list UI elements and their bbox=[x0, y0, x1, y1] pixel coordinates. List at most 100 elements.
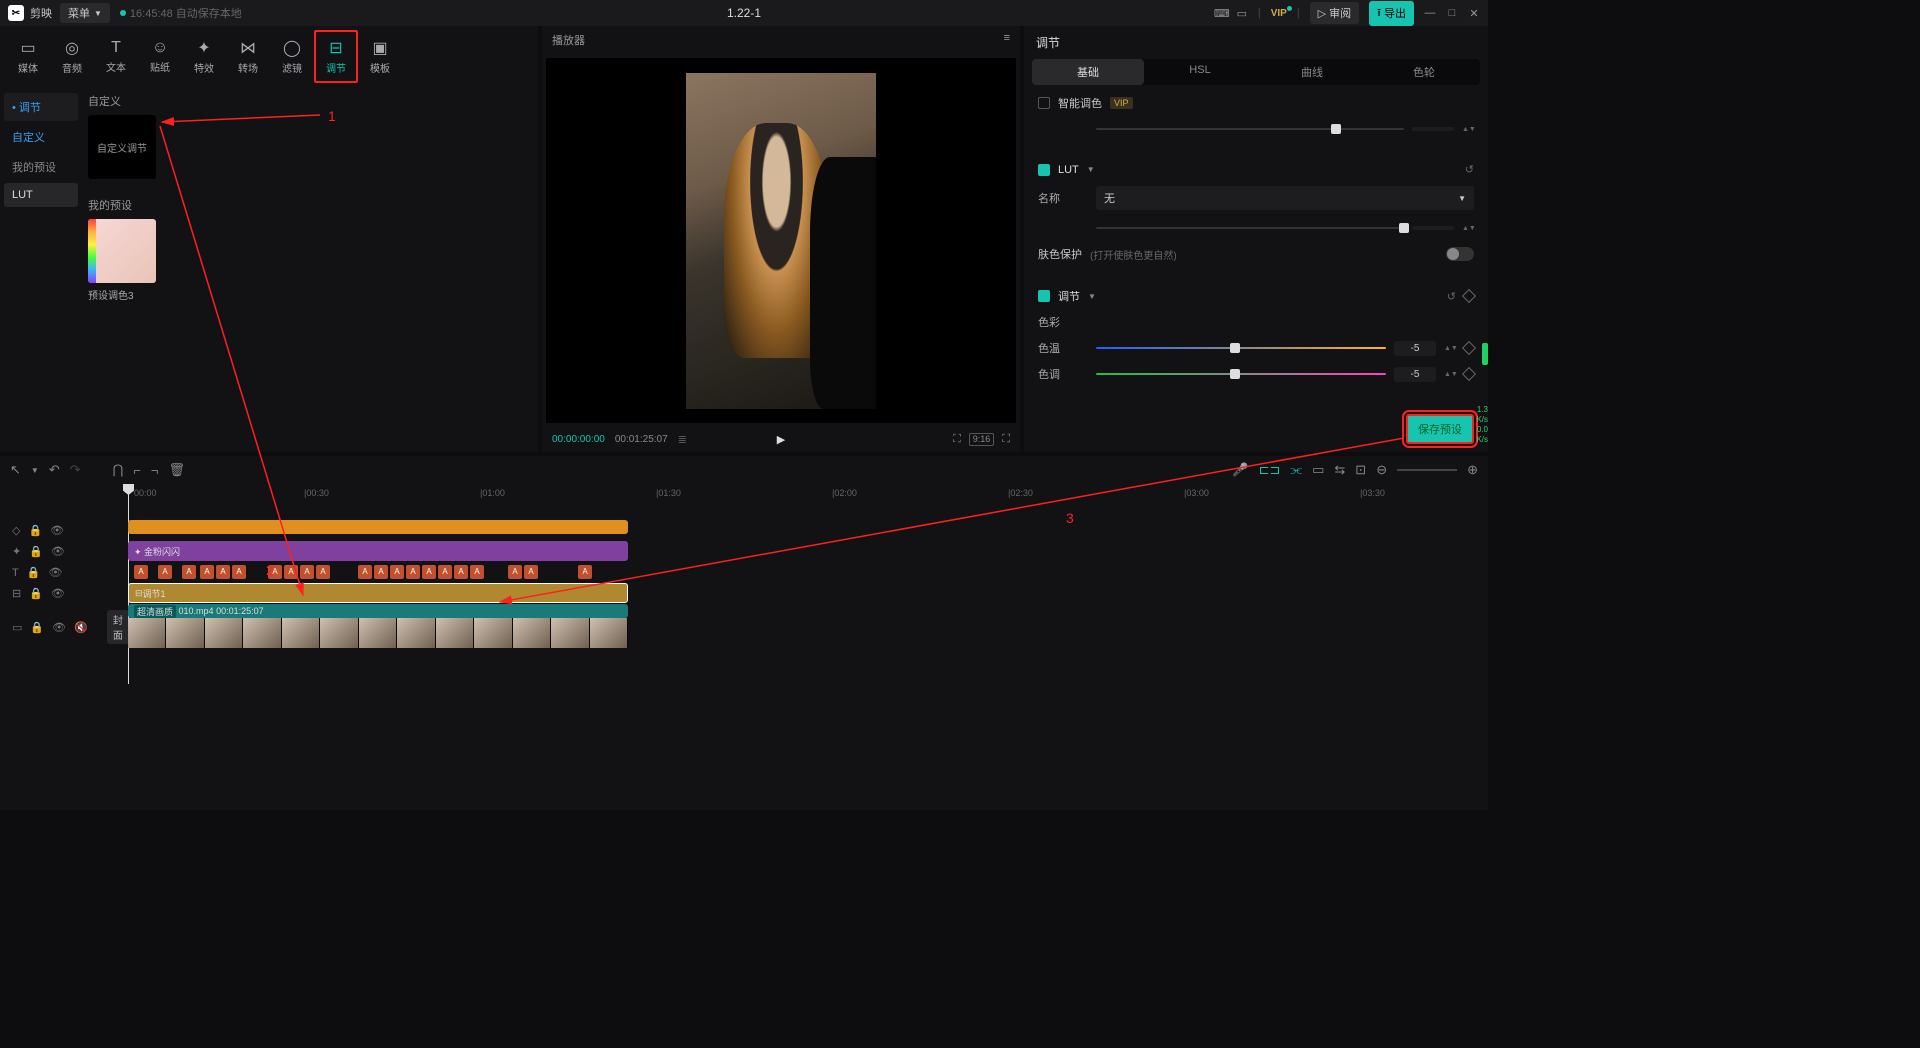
fullscreen-icon[interactable]: ⛶ bbox=[1002, 433, 1010, 446]
video-clip-header[interactable]: 超清画质 010.mp4 00:01:25:07 bbox=[128, 604, 628, 618]
adjust-keyframe-icon[interactable] bbox=[1462, 289, 1476, 303]
temp-keyframe[interactable] bbox=[1462, 341, 1476, 355]
layout-icon[interactable]: ▭ bbox=[1236, 7, 1248, 20]
custom-adjust-card[interactable]: 自定义调节 bbox=[88, 115, 156, 179]
subtab-basic[interactable]: 基础 bbox=[1032, 59, 1144, 85]
zoom-in-icon[interactable]: ⊕ bbox=[1467, 462, 1478, 478]
lut-strength-value[interactable] bbox=[1412, 226, 1454, 230]
tab-template[interactable]: ▣模板 bbox=[358, 30, 402, 83]
duration: 00:01:25:07 bbox=[615, 434, 668, 445]
export-button[interactable]: ⭱ 导出 bbox=[1369, 1, 1414, 26]
keyboard-icon[interactable]: ⌨ bbox=[1214, 7, 1226, 20]
link-icon[interactable]: ⫘ bbox=[1290, 462, 1302, 478]
magnet-icon[interactable]: ⊏⊐ bbox=[1259, 462, 1281, 478]
audio-clip[interactable] bbox=[128, 520, 628, 534]
player-viewport[interactable] bbox=[546, 58, 1016, 423]
section-presets: 我的预设 bbox=[88, 197, 538, 213]
tint-row: 色调 -5 ▲▼ bbox=[1038, 366, 1474, 382]
split-right-icon[interactable]: ¬ bbox=[151, 463, 159, 478]
mic-icon[interactable]: 🎤 bbox=[1232, 462, 1248, 478]
save-preset-button[interactable]: 保存预设 bbox=[1406, 414, 1474, 444]
effect-clip[interactable]: ✦ 金粉闪闪 bbox=[128, 541, 628, 561]
zoom-out-icon[interactable]: ⊖ bbox=[1376, 462, 1387, 478]
app-name: 剪映 bbox=[30, 5, 52, 21]
undo-icon[interactable]: ↶ bbox=[49, 462, 60, 478]
track-head-2[interactable]: ✦🔒👁 bbox=[12, 541, 120, 562]
tint-keyframe[interactable] bbox=[1462, 367, 1476, 381]
pointer-tool[interactable]: ↖ bbox=[10, 462, 21, 478]
tab-audio[interactable]: ◎音频 bbox=[50, 30, 94, 83]
redo-icon[interactable]: ↷ bbox=[70, 462, 81, 478]
tab-filter[interactable]: ◯滤镜 bbox=[270, 30, 314, 83]
crop-icon[interactable]: ⛶ bbox=[953, 433, 961, 446]
preset-label: 预设调色3 bbox=[88, 287, 538, 302]
track-head-3[interactable]: T🔒👁 bbox=[12, 562, 120, 583]
delete-icon[interactable]: 🗑 bbox=[169, 462, 186, 478]
minimize-icon[interactable]: — bbox=[1424, 7, 1436, 19]
play-button[interactable]: ▶ bbox=[777, 433, 785, 446]
tint-slider[interactable] bbox=[1096, 373, 1386, 375]
track-head-video[interactable]: ▭🔒👁🔇 封面 bbox=[12, 604, 120, 650]
video-frame bbox=[686, 73, 876, 409]
current-time: 00:00:00:00 bbox=[552, 434, 605, 445]
subtab-hsl[interactable]: HSL bbox=[1144, 59, 1256, 85]
menu-label: 菜单 bbox=[68, 5, 90, 21]
skin-row: 肤色保护 (打开使肤色更自然) bbox=[1038, 246, 1474, 262]
adjust-reset-icon[interactable]: ↺ bbox=[1447, 290, 1456, 303]
lut-select[interactable]: 无▼ bbox=[1096, 186, 1474, 210]
smart-color-checkbox[interactable] bbox=[1038, 97, 1050, 109]
text-lane[interactable]: AAA AAA AAA AAA AAA AAA AAA bbox=[128, 562, 1488, 582]
list-icon[interactable]: ≣ bbox=[678, 433, 687, 446]
smart-slider[interactable] bbox=[1096, 128, 1404, 130]
lut-checkbox[interactable] bbox=[1038, 164, 1050, 176]
sidebar-custom[interactable]: 自定义 bbox=[4, 123, 78, 151]
tab-sticker[interactable]: ☺贴纸 bbox=[138, 30, 182, 83]
ratio-button[interactable]: 9:16 bbox=[969, 433, 995, 446]
subtab-curve[interactable]: 曲线 bbox=[1256, 59, 1368, 85]
sidebar-lut[interactable]: LUT bbox=[4, 183, 78, 207]
vip-badge[interactable]: VIP bbox=[1271, 8, 1287, 19]
app-logo: ✂ bbox=[8, 5, 24, 21]
preview-icon[interactable]: ▭ bbox=[1312, 462, 1324, 478]
tab-text[interactable]: T文本 bbox=[94, 30, 138, 83]
review-button[interactable]: ▷ 审阅 bbox=[1310, 2, 1359, 24]
tint-value[interactable]: -5 bbox=[1394, 367, 1436, 382]
skin-toggle[interactable] bbox=[1446, 247, 1474, 261]
color-section: 色彩 bbox=[1038, 314, 1088, 330]
tab-transition[interactable]: ⋈转场 bbox=[226, 30, 270, 83]
temp-value[interactable]: -5 bbox=[1394, 341, 1436, 356]
smart-value[interactable] bbox=[1412, 127, 1454, 131]
close-icon[interactable]: ✕ bbox=[1468, 7, 1480, 20]
adjust-panel: 调节 基础 HSL 曲线 色轮 智能调色 VIP ▲▼ LUT bbox=[1024, 26, 1488, 452]
timeline-toolbar: ↖ ▼ ↶ ↷ ⋂ ⌐ ¬ 🗑 🎤 ⊏⊐ ⫘ ▭ ⇆ ⊡ ⊖ ⊕ bbox=[0, 456, 1488, 484]
track-head-4[interactable]: ⊟🔒👁 bbox=[12, 583, 120, 604]
subtab-wheel[interactable]: 色轮 bbox=[1368, 59, 1480, 85]
split-left-icon[interactable]: ⌐ bbox=[133, 463, 141, 478]
split-icon[interactable]: ⋂ bbox=[113, 462, 124, 478]
track-head-1[interactable]: ◇🔒👁 bbox=[12, 520, 120, 541]
lut-reset-icon[interactable]: ↺ bbox=[1465, 163, 1474, 176]
smart-stepper[interactable]: ▲▼ bbox=[1462, 121, 1474, 137]
sidebar-header[interactable]: • 调节 bbox=[4, 93, 78, 121]
sidebar-presets[interactable]: 我的预设 bbox=[4, 153, 78, 181]
video-filmstrip[interactable] bbox=[128, 618, 628, 648]
network-stats: 1.3 K/s 0.0 K/s bbox=[1476, 405, 1488, 445]
track-lanes[interactable]: ✦ 金粉闪闪 AAA AAA AAA AAA AAA AAA AAA ⊟ 调节1… bbox=[128, 506, 1488, 810]
zoom-slider[interactable] bbox=[1397, 469, 1457, 471]
adjust-clip[interactable]: ⊟ 调节1 bbox=[128, 583, 628, 603]
timeline-ruler[interactable]: 00:00 |00:30 |01:00 |01:30 |02:00 |02:30… bbox=[128, 484, 1488, 506]
timeline-panel: ↖ ▼ ↶ ↷ ⋂ ⌐ ¬ 🗑 🎤 ⊏⊐ ⫘ ▭ ⇆ ⊡ ⊖ ⊕ 00:00 |… bbox=[0, 456, 1488, 810]
preset-thumb[interactable] bbox=[88, 219, 156, 283]
temp-slider[interactable] bbox=[1096, 347, 1386, 349]
switch-icon[interactable]: ⇆ bbox=[1334, 462, 1345, 478]
tab-media[interactable]: ▭媒体 bbox=[6, 30, 50, 83]
tab-adjust[interactable]: ⊟调节 bbox=[314, 30, 358, 83]
monitor-icon[interactable]: ⊡ bbox=[1355, 462, 1366, 478]
cover-button[interactable]: 封面 bbox=[107, 610, 129, 644]
tab-effect[interactable]: ✦特效 bbox=[182, 30, 226, 83]
menu-button[interactable]: 菜单▼ bbox=[60, 3, 110, 23]
lut-strength-slider[interactable] bbox=[1096, 227, 1404, 229]
adjust-checkbox[interactable] bbox=[1038, 290, 1050, 302]
maximize-icon[interactable]: □ bbox=[1446, 7, 1458, 19]
player-menu-icon[interactable]: ≡ bbox=[1004, 32, 1010, 48]
